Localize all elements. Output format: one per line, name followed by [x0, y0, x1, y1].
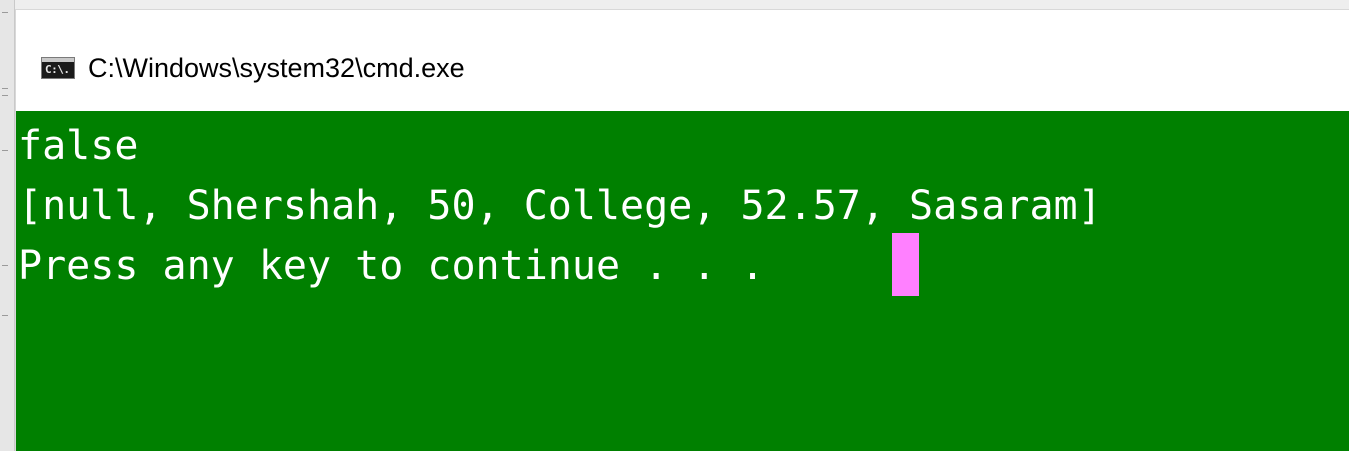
- edge-tick: [2, 88, 8, 89]
- edge-tick: [2, 265, 8, 266]
- cmd-icon-glyph: C:\.: [45, 63, 70, 76]
- edge-tick: [2, 12, 8, 13]
- cmd-icon-bar: [42, 58, 74, 62]
- console-line: [null, Shershah, 50, College, 52.57, Sas…: [18, 183, 1102, 229]
- cmd-window[interactable]: C:\. C:\Windows\system32\cmd.exe false […: [15, 9, 1349, 451]
- window-title: C:\Windows\system32\cmd.exe: [88, 53, 465, 83]
- console-output[interactable]: false [null, Shershah, 50, College, 52.5…: [16, 111, 1349, 451]
- console-line: false: [18, 123, 139, 169]
- edge-tick: [2, 315, 8, 316]
- edge-tick: [2, 150, 8, 151]
- title-bar[interactable]: C:\. C:\Windows\system32\cmd.exe: [16, 10, 1349, 111]
- edge-tick: [2, 95, 8, 96]
- cmd-icon[interactable]: C:\.: [41, 57, 75, 79]
- background-window-edge: [0, 0, 15, 451]
- console-line: Press any key to continue . . .: [18, 243, 789, 289]
- text-cursor: [892, 233, 919, 296]
- screen: C:\. C:\Windows\system32\cmd.exe false […: [0, 0, 1349, 451]
